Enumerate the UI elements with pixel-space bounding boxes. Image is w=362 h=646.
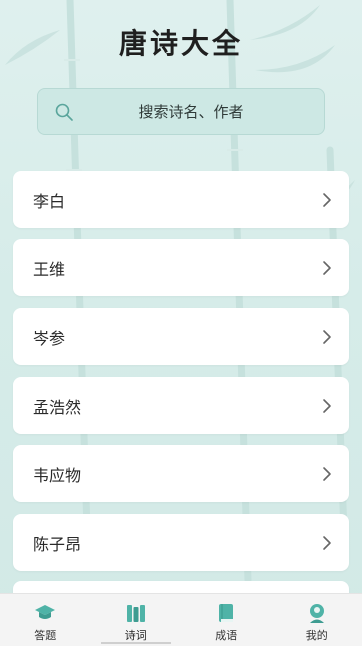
chevron-right-icon xyxy=(323,192,331,207)
poet-item-li-bai[interactable]: 李白 xyxy=(13,171,349,228)
poet-item-meng-haoran[interactable]: 孟浩然 xyxy=(13,377,349,434)
poet-name: 岑参 xyxy=(33,328,66,348)
bottom-tab-bar: 答题 诗词 成语 我的 xyxy=(0,593,362,646)
graduation-cap-icon xyxy=(35,605,56,619)
poet-name: 王维 xyxy=(33,259,66,279)
poet-name: 韦应物 xyxy=(33,465,82,485)
poet-item-cen-shen[interactable]: 岑参 xyxy=(13,308,349,365)
tab-label: 答题 xyxy=(34,629,57,642)
tab-label: 诗词 xyxy=(124,629,147,642)
search-bar[interactable]: 搜索诗名、作者 xyxy=(37,88,325,135)
search-placeholder: 搜索诗名、作者 xyxy=(138,103,244,121)
poet-item-chen-ziang[interactable]: 陈子昂 xyxy=(13,514,349,571)
tab-poetry[interactable]: 诗词 xyxy=(91,594,182,646)
search-icon xyxy=(55,103,73,121)
chevron-right-icon xyxy=(323,535,331,550)
poet-name: 陈子昂 xyxy=(33,534,82,554)
book-icon xyxy=(219,604,234,622)
tab-label: 我的 xyxy=(305,629,328,642)
user-icon xyxy=(309,604,324,623)
tab-idiom[interactable]: 成语 xyxy=(181,594,272,646)
poet-name: 孟浩然 xyxy=(33,397,82,417)
tab-quiz[interactable]: 答题 xyxy=(0,594,91,646)
page-title: 唐诗大全 xyxy=(118,27,243,60)
tab-label: 成语 xyxy=(215,629,238,642)
chevron-right-icon xyxy=(323,466,331,481)
tab-profile[interactable]: 我的 xyxy=(272,594,362,646)
poet-item-wei-yingwu[interactable]: 韦应物 xyxy=(13,445,349,502)
chevron-right-icon xyxy=(323,398,331,413)
chevron-right-icon xyxy=(323,260,331,275)
chevron-right-icon xyxy=(323,329,331,344)
poet-name: 李白 xyxy=(33,191,66,211)
books-icon xyxy=(126,605,145,622)
poet-item-wang-wei[interactable]: 王维 xyxy=(13,239,349,296)
